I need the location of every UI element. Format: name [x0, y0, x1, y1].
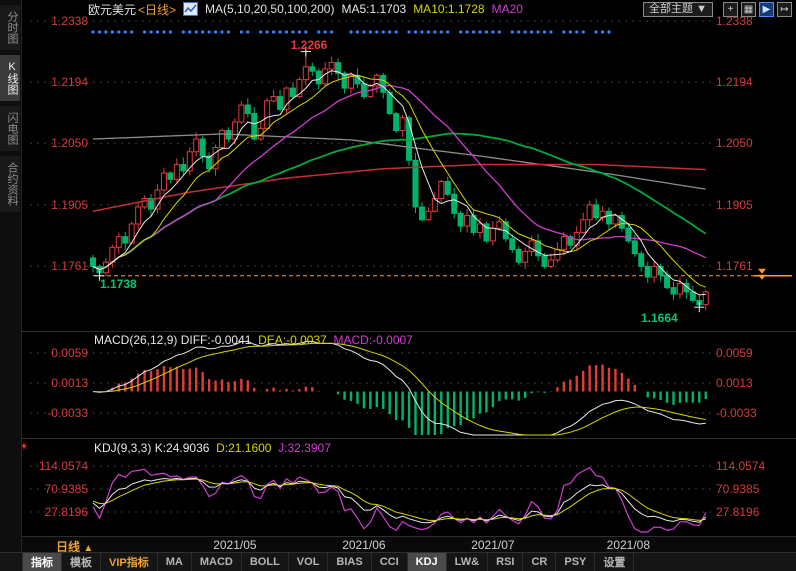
- kdj-title: KDJ(9,3,3): [94, 441, 151, 455]
- macd-axis-label: -0.0033: [24, 406, 88, 420]
- price-axis-label: 1.1761: [716, 259, 753, 273]
- toolbar-tab-VIP指标[interactable]: VIP指标: [101, 553, 158, 571]
- macd-diff-value: DIFF:-0.0041: [181, 333, 252, 347]
- support-price-annotation: 1.1738: [100, 277, 137, 291]
- kline-chart-icon: [183, 2, 198, 16]
- macd-axis-label: 0.0013: [24, 376, 88, 390]
- toolbar-tab-BIAS[interactable]: BIAS: [328, 553, 371, 571]
- low-price-annotation: 1.1664: [641, 311, 678, 325]
- date-label: 2021/06: [334, 538, 394, 552]
- kdj-axis-label: 114.0574: [24, 459, 88, 473]
- pan-icon[interactable]: +: [723, 2, 738, 17]
- theme-dropdown-label: 全部主题: [649, 3, 693, 15]
- toolbar-tab-RSI[interactable]: RSI: [488, 553, 523, 571]
- date-axis-row: 日线 ▲ 2021/052021/062021/072021/08: [22, 536, 796, 553]
- symbol-title: 欧元美元: [88, 1, 136, 18]
- date-label: 2021/08: [598, 538, 658, 552]
- price-axis-label: 1.2050: [716, 136, 753, 150]
- macd-axis-label: -0.0033: [716, 406, 757, 420]
- macd-macd-value: MACD:-0.0007: [333, 333, 412, 347]
- macd-axis-label: 0.0059: [716, 346, 753, 360]
- kdj-axis-label: 27.8196: [24, 505, 88, 519]
- toolbar-tab-KDJ[interactable]: KDJ: [408, 553, 447, 571]
- toolbar-tab-设置[interactable]: 设置: [595, 553, 634, 571]
- kdj-k-value: K:24.9036: [155, 441, 210, 455]
- sidebar: 分时图 K线图闪电图合约资料: [0, 0, 22, 571]
- price-axis-label: 1.1905: [716, 198, 753, 212]
- macd-dea-value: DEA:-0.0037: [258, 333, 327, 347]
- toolbar-tab-模板[interactable]: 模板: [62, 553, 101, 571]
- toolbar-tab-CCI[interactable]: CCI: [372, 553, 408, 571]
- ma10-value: MA10:1.1728: [413, 2, 484, 16]
- period-title: <日线>: [138, 1, 176, 18]
- toolbar-tab-PSY[interactable]: PSY: [556, 553, 595, 571]
- price-axis-label: 1.1905: [24, 198, 88, 212]
- kdj-axis-label: 27.8196: [716, 505, 759, 519]
- chart-header: 欧元美元 <日线> MA(5,10,20,50,100,200) MA5:1.1…: [22, 0, 796, 18]
- price-axis-label: 1.2194: [716, 75, 753, 89]
- sidebar-item-闪电图[interactable]: 闪电图: [0, 106, 20, 151]
- sidebar-item-分时图[interactable]: 分时图: [0, 5, 20, 50]
- kdj-axis-label: 70.9385: [716, 482, 759, 496]
- sidebar-item-合约资料[interactable]: 合约资料: [0, 156, 20, 212]
- macd-axis-label: 0.0059: [24, 346, 88, 360]
- trading-app-window: 分时图 K线图闪电图合约资料 欧元美元 <日线> MA(5,10,20,50,10…: [0, 0, 796, 571]
- date-label: 2021/05: [205, 538, 265, 552]
- price-axis-label: 1.2050: [24, 136, 88, 150]
- sidebar-item-K线图[interactable]: K线图: [0, 55, 20, 101]
- chevron-down-icon: ▼: [696, 3, 707, 15]
- date-label: 2021/07: [463, 538, 523, 552]
- macd-title: MACD(26,12,9): [94, 333, 177, 347]
- kdj-d-value: D:21.1600: [216, 441, 271, 455]
- collapse-right-icon[interactable]: ↦: [777, 2, 792, 17]
- theme-dropdown-button[interactable]: 全部主题 ▼: [643, 2, 713, 17]
- playback-icon[interactable]: ▶: [759, 2, 774, 17]
- kdj-axis-label: 70.9385: [24, 482, 88, 496]
- ma20-value: MA20: [492, 2, 523, 16]
- toolbar-tab-CR[interactable]: CR: [523, 553, 556, 571]
- price-axis-label: 1.2194: [24, 75, 88, 89]
- axis-scale-icon[interactable]: ▦: [741, 2, 756, 17]
- toolbar-tab-MA[interactable]: MA: [158, 553, 192, 571]
- toolbar-tab-LW&[interactable]: LW&: [447, 553, 488, 571]
- macd-panel-header: MACD(26,12,9) DIFF:-0.0041 DEA:-0.0037 M…: [94, 333, 413, 347]
- toolbar-tab-VOL[interactable]: VOL: [289, 553, 329, 571]
- toolbar-tab-指标[interactable]: 指标: [22, 553, 62, 571]
- kdj-panel-header: KDJ(9,3,3) K:24.9036 D:21.1600 J:32.3907: [94, 441, 331, 455]
- ma-settings-label: MA(5,10,20,50,100,200): [205, 2, 334, 16]
- indicator-toolbar: 指标模板VIP指标MAMACDBOLLVOLBIASCCIKDJLW&RSICR…: [0, 552, 796, 571]
- toolbar-tab-BOLL[interactable]: BOLL: [242, 553, 289, 571]
- header-icon-group: +▦▶↦: [720, 1, 792, 17]
- ma5-value: MA5:1.1703: [341, 2, 406, 16]
- high-price-annotation: 1.2266: [281, 38, 337, 52]
- toolbar-tab-MACD[interactable]: MACD: [192, 553, 242, 571]
- kdj-j-value: J:32.3907: [278, 441, 331, 455]
- kdj-axis-label: 114.0574: [716, 459, 765, 473]
- macd-axis-label: 0.0013: [716, 376, 753, 390]
- price-axis-label: 1.1761: [24, 259, 88, 273]
